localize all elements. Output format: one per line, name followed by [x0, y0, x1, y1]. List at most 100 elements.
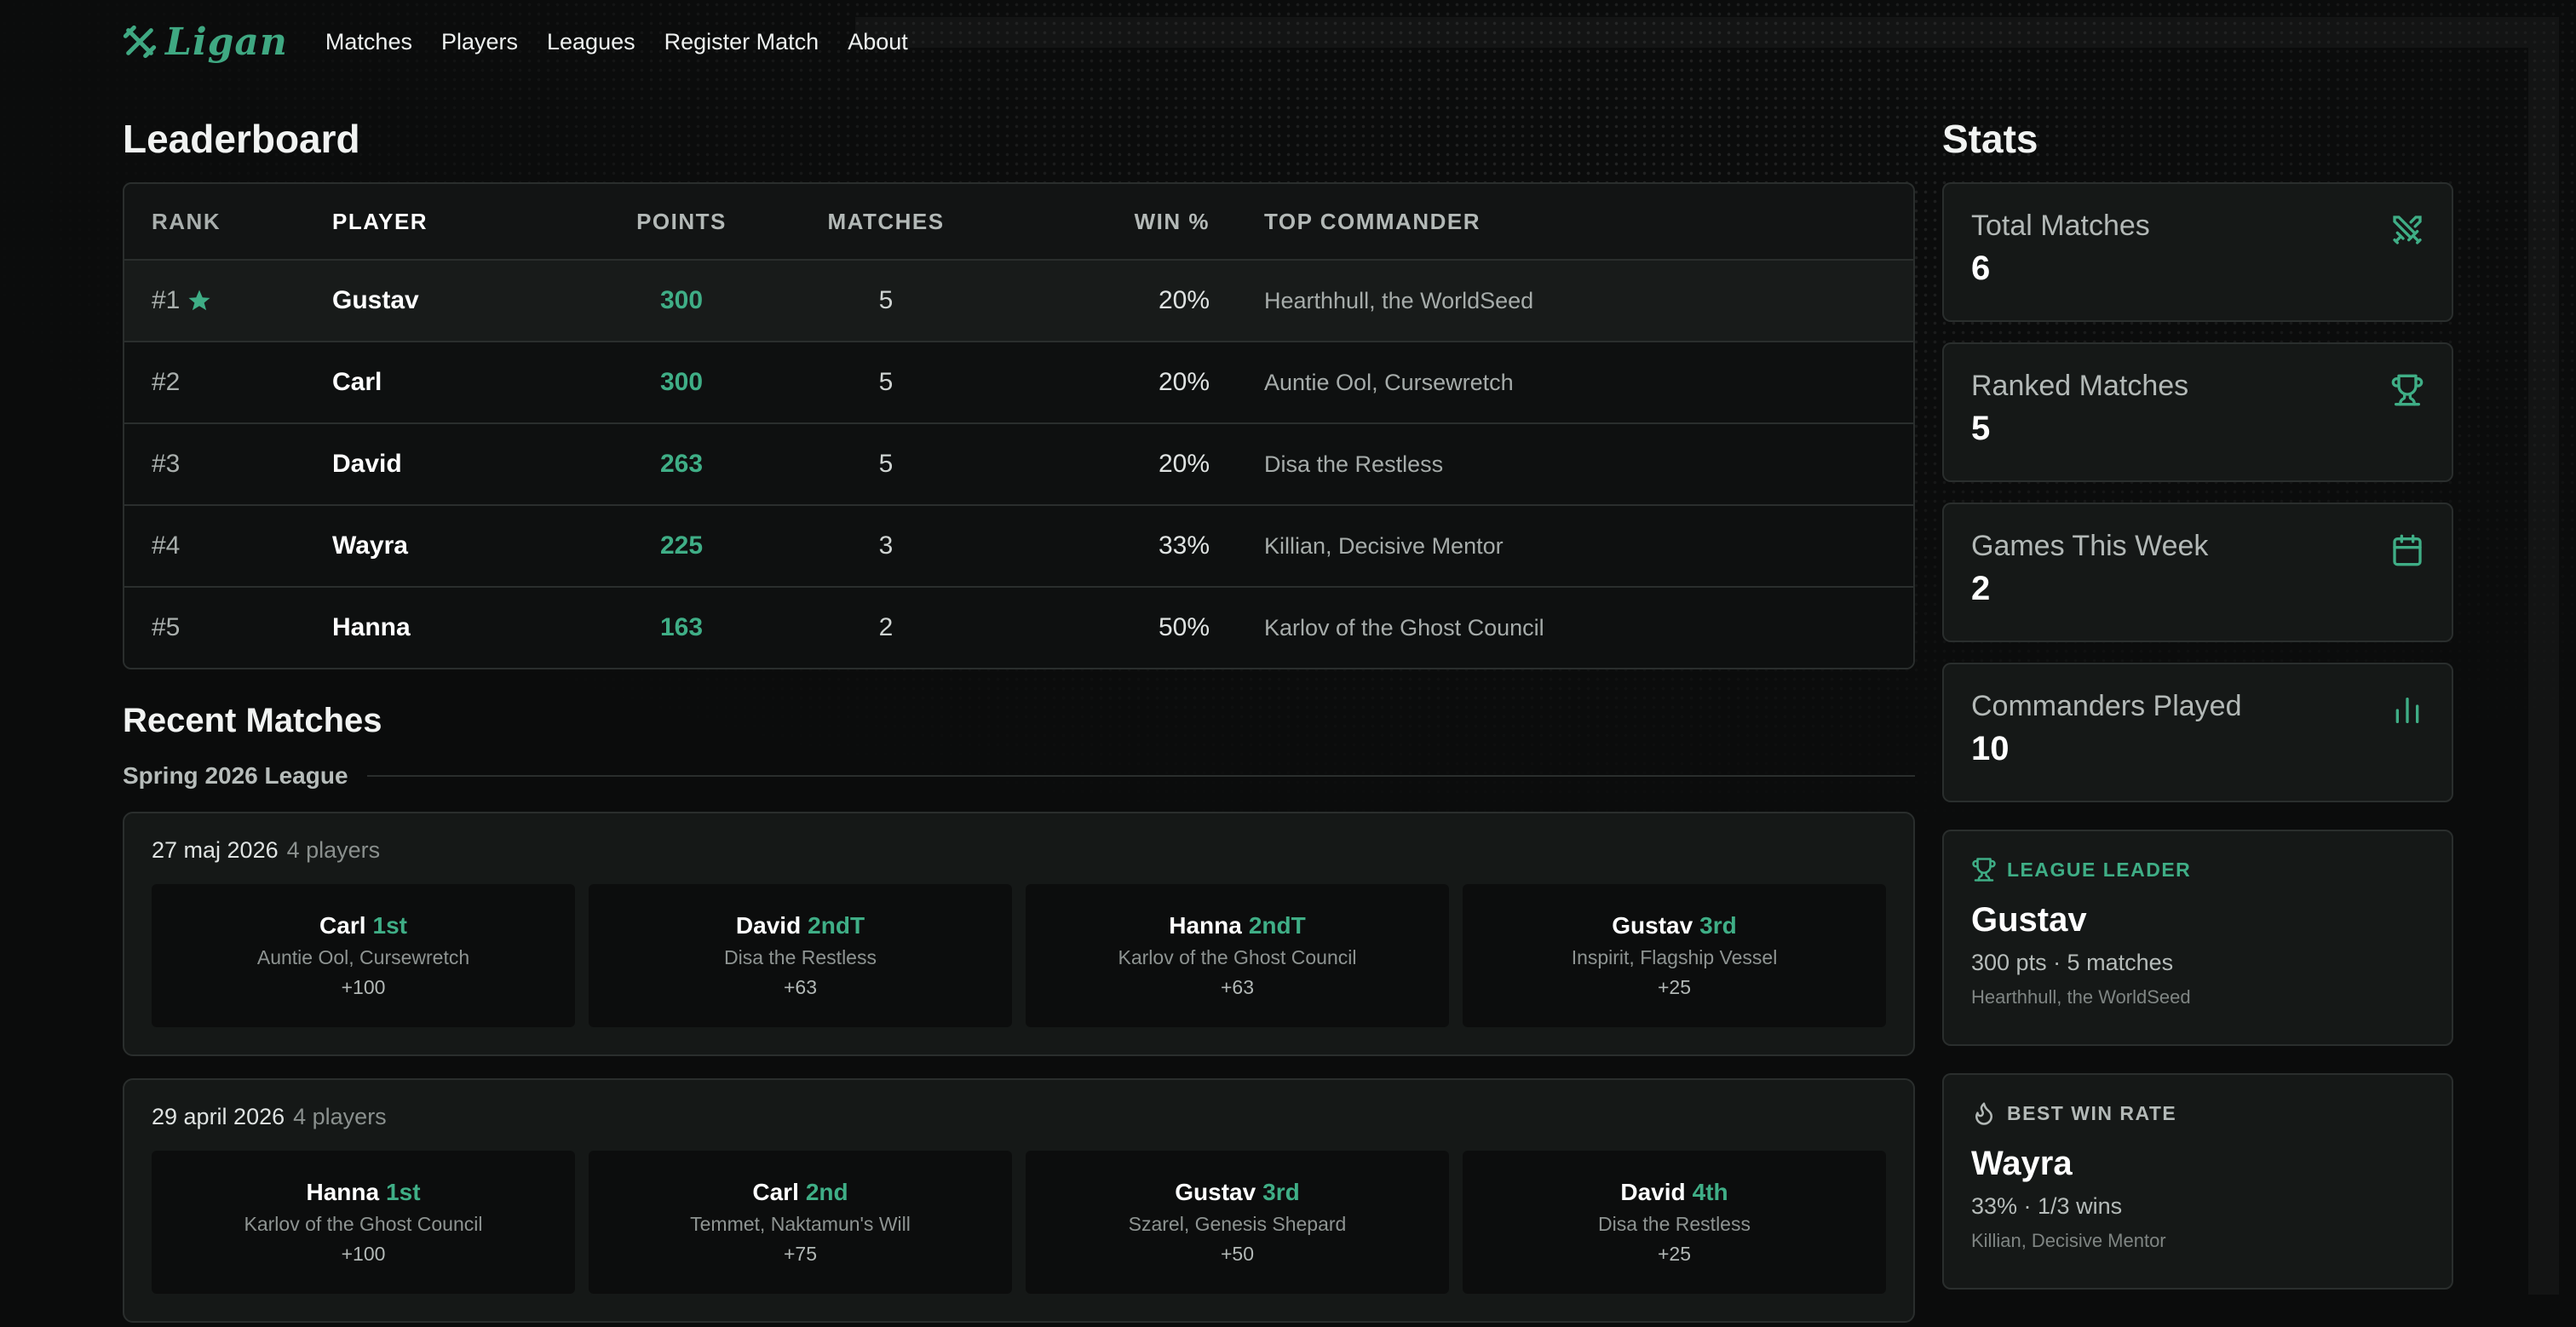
- header-rank[interactable]: RANK: [124, 209, 332, 235]
- matches-value: 3: [878, 531, 894, 560]
- result-player: Gustav: [1175, 1179, 1256, 1205]
- win-value: 20%: [1158, 286, 1210, 314]
- result-card[interactable]: Carl 1st Auntie Ool, Cursewretch +100: [152, 884, 575, 1027]
- points-value: 263: [659, 450, 704, 478]
- header-win[interactable]: WIN %: [1014, 209, 1210, 235]
- league-name[interactable]: Spring 2026 League: [123, 762, 348, 790]
- leader-name: Gustav: [1971, 901, 2087, 939]
- top-nav: Ligan Matches Players Leagues Register M…: [123, 15, 908, 68]
- leader-commander: Hearthhull, the WorldSeed: [1971, 986, 2191, 1008]
- win-value: 50%: [1158, 613, 1210, 641]
- brand-logo[interactable]: Ligan: [123, 20, 288, 64]
- stat-label: Commanders Played: [1971, 690, 2242, 722]
- swords-logo-icon: [123, 25, 157, 59]
- table-row[interactable]: #1 Gustav 300 5 20% Hearthhull, the Worl…: [124, 259, 1913, 341]
- league-leader-card[interactable]: LEAGUE LEADER Gustav 300 pts · 5 matches…: [1942, 830, 2453, 1046]
- result-commander: Disa the Restless: [724, 946, 877, 968]
- player-name[interactable]: David: [332, 450, 605, 479]
- result-card[interactable]: Hanna 2ndT Karlov of the Ghost Council +6…: [1026, 884, 1449, 1027]
- result-commander: Karlov of the Ghost Council: [1118, 946, 1357, 968]
- flame-icon: [1975, 1102, 1992, 1125]
- nav-players[interactable]: Players: [441, 29, 518, 55]
- table-header: RANK PLAYER POINTS MATCHES WIN % TOP COM…: [124, 184, 1913, 259]
- rank-value: #5: [152, 613, 181, 641]
- best-win-meta: 33% · 1/3 wins: [1971, 1193, 2123, 1219]
- matches-value: 5: [878, 286, 894, 314]
- stat-card-ranked-matches: Ranked Matches 5: [1942, 342, 2453, 482]
- match-results: Hanna 1st Karlov of the Ghost Council +10…: [152, 1151, 1886, 1294]
- table-row[interactable]: #3 David 263 5 20% Disa the Restless: [124, 422, 1913, 504]
- match-player-count: 4 players: [286, 837, 381, 863]
- stat-card-total-matches: Total Matches 6: [1942, 182, 2453, 322]
- header-matches[interactable]: MATCHES: [758, 209, 1014, 235]
- matches-value: 2: [878, 613, 894, 641]
- result-card[interactable]: Carl 2nd Temmet, Naktamun's Will +75: [589, 1151, 1012, 1294]
- result-commander: Inspirit, Flagship Vessel: [1571, 946, 1778, 968]
- stat-value: 2: [1971, 570, 1991, 607]
- points-value: 163: [659, 613, 704, 641]
- rank-value: #3: [152, 450, 181, 478]
- result-commander: Auntie Ool, Cursewretch: [256, 946, 470, 968]
- rank-value: #2: [152, 368, 181, 396]
- result-commander: Karlov of the Ghost Council: [244, 1213, 483, 1235]
- result-points: +25: [1657, 976, 1691, 998]
- result-commander: Temmet, Naktamun's Will: [690, 1213, 911, 1235]
- match-card[interactable]: 29 april 2026 4 players Hanna 1st Karlov o…: [123, 1078, 1915, 1323]
- matches-value: 5: [878, 450, 894, 478]
- result-player: Carl: [752, 1179, 799, 1205]
- points-value: 300: [659, 368, 704, 396]
- best-win-rate-card[interactable]: BEST WIN RATE Wayra 33% · 1/3 wins Killi…: [1942, 1073, 2453, 1290]
- result-card[interactable]: David 4th Disa the Restless +25: [1463, 1151, 1886, 1294]
- result-card[interactable]: Gustav 3rd Inspirit, Flagship Vessel +25: [1463, 884, 1886, 1027]
- player-name[interactable]: Carl: [332, 368, 605, 397]
- nav-leagues[interactable]: Leagues: [547, 29, 635, 55]
- nav-matches[interactable]: Matches: [325, 29, 412, 55]
- nav-register-match[interactable]: Register Match: [664, 29, 819, 55]
- match-player-count: 4 players: [293, 1104, 387, 1129]
- result-card[interactable]: Gustav 3rd Szarel, Genesis Shepard +50: [1026, 1151, 1449, 1294]
- matches-value: 5: [878, 368, 894, 396]
- calendar-icon: [2393, 534, 2422, 566]
- header-player[interactable]: PLAYER: [332, 209, 605, 235]
- nav-about[interactable]: About: [848, 29, 908, 55]
- main-column: Leaderboard RANK PLAYER POINTS MATCHES W…: [123, 116, 1915, 1323]
- divider-line: [366, 775, 1915, 777]
- table-row[interactable]: #5 Hanna 163 2 50% Karlov of the Ghost C…: [124, 586, 1913, 668]
- stat-label: Ranked Matches: [1971, 370, 2189, 402]
- result-place: 3rd: [1262, 1179, 1300, 1205]
- result-points: +63: [783, 976, 817, 998]
- best-win-commander: Killian, Decisive Mentor: [1971, 1230, 2166, 1251]
- result-points: +100: [341, 976, 386, 998]
- result-player: Hanna: [306, 1179, 380, 1205]
- points-value: 225: [659, 531, 704, 560]
- swords-icon: [2393, 215, 2422, 244]
- match-card[interactable]: 27 maj 2026 4 players Carl 1st Auntie Ool,…: [123, 812, 1915, 1056]
- result-player: Carl: [319, 912, 366, 939]
- commander-value: Killian, Decisive Mentor: [1264, 532, 1504, 559]
- table-row[interactable]: #2 Carl 300 5 20% Auntie Ool, Cursewretc…: [124, 341, 1913, 422]
- commander-value: Disa the Restless: [1264, 451, 1444, 477]
- stat-card-games-this-week: Games This Week 2: [1942, 503, 2453, 642]
- trophy-icon: [2391, 374, 2424, 406]
- rank-value: #1: [152, 286, 181, 314]
- result-points: +25: [1657, 1243, 1691, 1265]
- result-commander: Szarel, Genesis Shepard: [1128, 1213, 1347, 1235]
- bar-chart-icon: [2395, 698, 2419, 723]
- commander-value: Karlov of the Ghost Council: [1264, 614, 1544, 641]
- table-row[interactable]: #4 Wayra 225 3 33% Killian, Decisive Men…: [124, 504, 1913, 586]
- result-place: 2ndT: [1248, 912, 1306, 939]
- player-name[interactable]: Gustav: [332, 286, 605, 315]
- result-card[interactable]: Hanna 1st Karlov of the Ghost Council +10…: [152, 1151, 575, 1294]
- win-value: 20%: [1158, 450, 1210, 478]
- player-name[interactable]: Wayra: [332, 531, 605, 560]
- stats-title: Stats: [1942, 117, 2038, 161]
- header-commander[interactable]: TOP COMMANDER: [1210, 209, 1481, 235]
- stat-value: 5: [1971, 410, 1991, 447]
- result-card[interactable]: David 2ndT Disa the Restless +63: [589, 884, 1012, 1027]
- leaderboard-table: RANK PLAYER POINTS MATCHES WIN % TOP COM…: [123, 182, 1915, 669]
- player-name[interactable]: Hanna: [332, 613, 605, 642]
- header-points[interactable]: POINTS: [605, 209, 758, 235]
- feature-heading: BEST WIN RATE: [2007, 1101, 2177, 1124]
- trophy-icon: [1972, 858, 1996, 882]
- star-icon: [188, 290, 210, 311]
